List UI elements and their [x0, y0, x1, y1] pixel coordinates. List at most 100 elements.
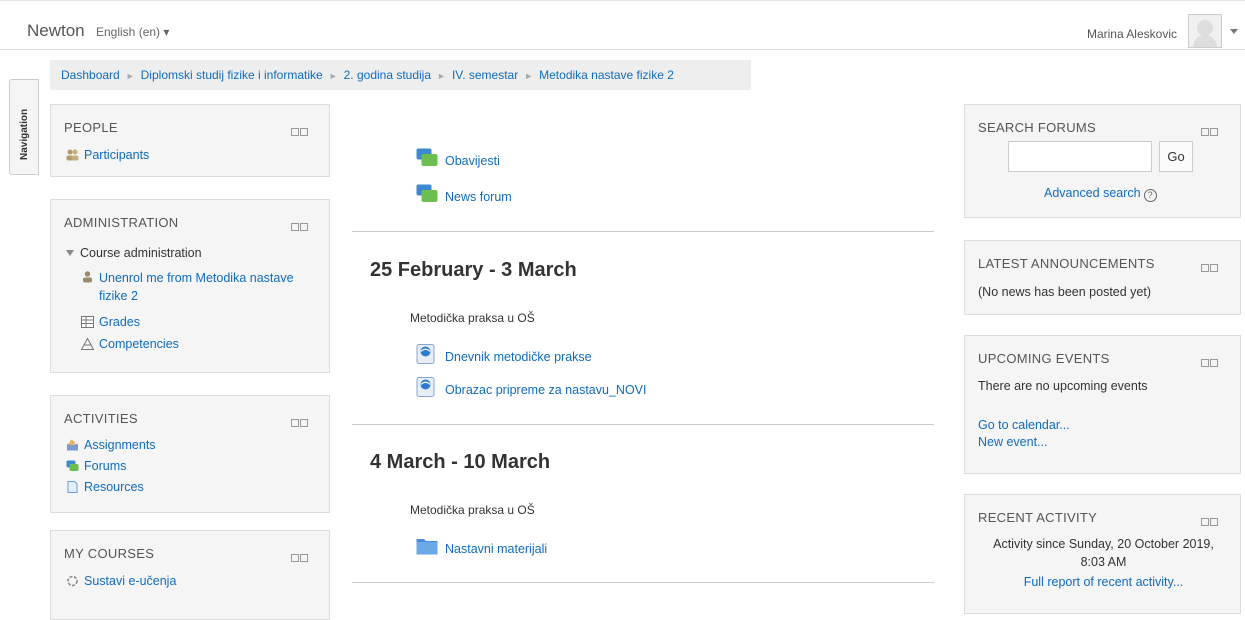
- upcoming-events-block: UPCOMING EVENTS There are no upcoming ev…: [964, 335, 1241, 474]
- latest-announcements-block: LATEST ANNOUNCEMENTS (No news has been p…: [964, 240, 1241, 315]
- activities-title: ACTIVITIES: [64, 411, 138, 426]
- avatar[interactable]: [1188, 14, 1222, 48]
- dock-icon[interactable]: [1201, 518, 1209, 526]
- resources-label: Resources: [84, 480, 144, 494]
- block-controls[interactable]: [291, 415, 313, 427]
- block-controls[interactable]: [1201, 355, 1223, 367]
- section-summary-week2: Metodička praksa u OŠ: [410, 503, 535, 517]
- competencies-label: Competencies: [99, 337, 179, 351]
- block-controls[interactable]: [1201, 124, 1223, 136]
- resources-link[interactable]: Resources: [66, 480, 144, 494]
- grades-table-icon: [81, 316, 94, 328]
- dock-icon[interactable]: [1201, 128, 1209, 136]
- dock-icon[interactable]: [1201, 264, 1209, 272]
- dock-icon[interactable]: [291, 223, 299, 231]
- hide-icon[interactable]: [1210, 518, 1218, 526]
- new-event-link[interactable]: New event...: [978, 435, 1047, 449]
- competencies-icon: [81, 338, 94, 350]
- dock-icon[interactable]: [291, 128, 299, 136]
- breadcrumb-separator-icon: ►: [328, 71, 338, 81]
- section-divider: [352, 231, 934, 232]
- breadcrumb-dashboard[interactable]: Dashboard: [61, 68, 120, 82]
- site-brand[interactable]: Newton: [27, 21, 85, 41]
- search-forums-input[interactable]: [1008, 141, 1152, 172]
- section-title-week2: 4 March - 10 March: [370, 451, 551, 473]
- recent-activity-title: RECENT ACTIVITY: [978, 510, 1098, 525]
- forum-label-news: News forum: [445, 190, 512, 204]
- forums-label: Forums: [84, 459, 127, 473]
- activity-since-line2: 8:03 AM: [1080, 555, 1127, 569]
- advanced-search-link[interactable]: Advanced search?: [1044, 186, 1157, 202]
- no-news-text: (No news has been posted yet): [978, 285, 1152, 299]
- course-link-sustavi[interactable]: Sustavi e-učenja: [66, 574, 176, 588]
- hide-icon[interactable]: [1210, 359, 1218, 367]
- web-document-icon: [416, 344, 435, 364]
- my-courses-block: MY COURSES Sustavi e-učenja: [50, 530, 330, 620]
- hide-icon[interactable]: [1210, 128, 1218, 136]
- top-navbar: Newton English (en) ▾ Marina Aleskovic: [0, 0, 1245, 50]
- breadcrumb-separator-icon: ►: [125, 71, 135, 81]
- course-administration-node[interactable]: Course administration: [66, 246, 202, 260]
- forum-icon: [416, 184, 438, 202]
- section-divider: [352, 582, 934, 583]
- block-controls[interactable]: [1201, 260, 1223, 272]
- administration-title: ADMINISTRATION: [64, 215, 179, 230]
- forum-icon: [66, 460, 79, 471]
- course-label-sustavi: Sustavi e-učenja: [84, 574, 177, 588]
- user-icon: [83, 271, 92, 283]
- search-go-button[interactable]: Go: [1159, 141, 1193, 172]
- block-controls[interactable]: [291, 219, 313, 231]
- hide-icon[interactable]: [300, 128, 308, 136]
- administration-block: ADMINISTRATION Course administration Une…: [50, 199, 330, 373]
- course-administration-label: Course administration: [80, 246, 202, 260]
- hide-icon[interactable]: [300, 223, 308, 231]
- go-to-calendar-link[interactable]: Go to calendar...: [978, 418, 1070, 432]
- web-document-icon: [416, 377, 435, 397]
- resource-label-dnevnik: Dnevnik metodičke prakse: [445, 350, 592, 364]
- hide-icon[interactable]: [1210, 264, 1218, 272]
- users-icon: [66, 149, 79, 161]
- block-controls[interactable]: [1201, 514, 1223, 526]
- user-name[interactable]: Marina Aleskovic: [1087, 27, 1177, 41]
- language-menu[interactable]: English (en) ▾: [96, 25, 169, 39]
- course-icon: [67, 575, 78, 587]
- resource-file-icon: [67, 481, 78, 493]
- activity-since-line1: Activity since Sunday, 20 October 2019,: [993, 537, 1214, 551]
- navigation-tab-label: Navigation: [19, 108, 30, 160]
- section-title-week1: 25 February - 3 March: [370, 259, 577, 281]
- people-block: PEOPLE Participants: [50, 104, 330, 177]
- participants-label: Participants: [84, 148, 150, 162]
- assignments-link[interactable]: Assignments: [66, 438, 156, 452]
- dock-icon[interactable]: [291, 419, 299, 427]
- section-divider: [352, 424, 934, 425]
- breadcrumb-course[interactable]: Metodika nastave fizike 2: [539, 68, 674, 82]
- forums-link[interactable]: Forums: [66, 459, 126, 473]
- breadcrumb-year[interactable]: 2. godina studija: [344, 68, 431, 82]
- participants-link[interactable]: Participants: [66, 148, 149, 162]
- block-controls[interactable]: [291, 124, 313, 136]
- recent-activity-block: RECENT ACTIVITY Activity since Sunday, 2…: [964, 494, 1241, 614]
- avatar-body-shape: [1193, 35, 1217, 47]
- breadcrumb-semester[interactable]: IV. semestar: [452, 68, 518, 82]
- assignment-icon: [67, 439, 78, 451]
- dock-icon[interactable]: [1201, 359, 1209, 367]
- user-menu-caret-icon[interactable]: [1230, 29, 1238, 34]
- advanced-search-label: Advanced search: [1044, 186, 1141, 200]
- hide-icon[interactable]: [300, 419, 308, 427]
- block-controls[interactable]: [291, 550, 313, 562]
- breadcrumb-separator-icon: ►: [524, 71, 534, 81]
- no-events-text: There are no upcoming events: [978, 379, 1148, 393]
- competencies-link[interactable]: Competencies: [81, 337, 179, 351]
- expanded-arrow-icon: [66, 250, 74, 256]
- unenrol-label-line1: Unenrol me from Metodika nastave: [99, 271, 294, 285]
- hide-icon[interactable]: [300, 554, 308, 562]
- forum-label-obavijesti: Obavijesti: [445, 154, 500, 168]
- unenrol-label-line2: fizike 2: [99, 289, 138, 303]
- resource-label-obrazac: Obrazac pripreme za nastavu_NOVI: [445, 383, 647, 397]
- navigation-drawer-tab[interactable]: Navigation: [9, 79, 39, 175]
- full-report-link[interactable]: Full report of recent activity...: [965, 575, 1242, 589]
- breadcrumb-study[interactable]: Diplomski studij fizike i informatike: [141, 68, 323, 82]
- grades-link[interactable]: Grades: [81, 315, 140, 329]
- dock-icon[interactable]: [291, 554, 299, 562]
- help-icon[interactable]: ?: [1143, 189, 1157, 202]
